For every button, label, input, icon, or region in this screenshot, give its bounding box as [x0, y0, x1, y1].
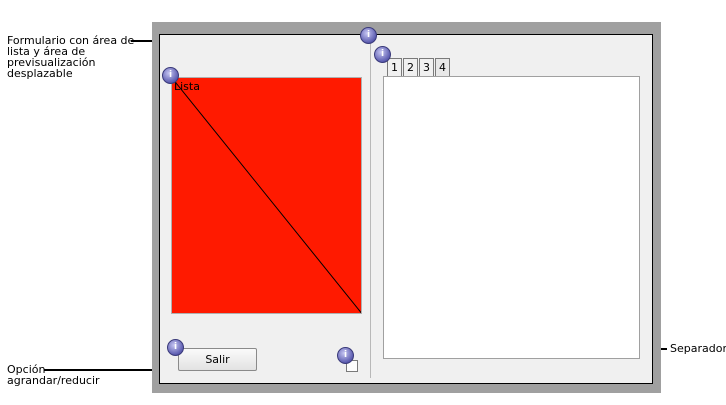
tab-strip: 1 2 3 4	[387, 58, 451, 76]
preview-area[interactable]	[383, 76, 640, 359]
tab-1[interactable]: 1	[387, 58, 402, 76]
separator-callout: Separador	[670, 343, 726, 354]
resize-callout: Opción agrandar/reducir	[7, 364, 100, 386]
list-area-diagonal	[172, 78, 361, 313]
splitter[interactable]	[370, 36, 371, 378]
info-icon-tabs: i	[374, 46, 391, 63]
list-area[interactable]: Lista	[171, 77, 362, 314]
tab-3[interactable]: 3	[419, 58, 434, 76]
form-callout: Formulario con área de lista y área de p…	[7, 35, 134, 79]
info-icon-resize: i	[337, 347, 354, 364]
tab-4[interactable]: 4	[435, 58, 450, 76]
exit-button[interactable]: Salir	[178, 348, 257, 371]
info-icon-exit: i	[167, 339, 184, 356]
form-callout-label: Formulario con área de lista y área de p…	[7, 34, 135, 80]
separator-callout-label: Separador	[670, 342, 726, 355]
list-area-label: Lista	[174, 80, 200, 93]
resize-callout-label: Opción agrandar/reducir	[7, 363, 100, 387]
tab-2[interactable]: 2	[403, 58, 418, 76]
info-icon-form: i	[360, 27, 377, 44]
info-icon-list: i	[162, 67, 179, 84]
